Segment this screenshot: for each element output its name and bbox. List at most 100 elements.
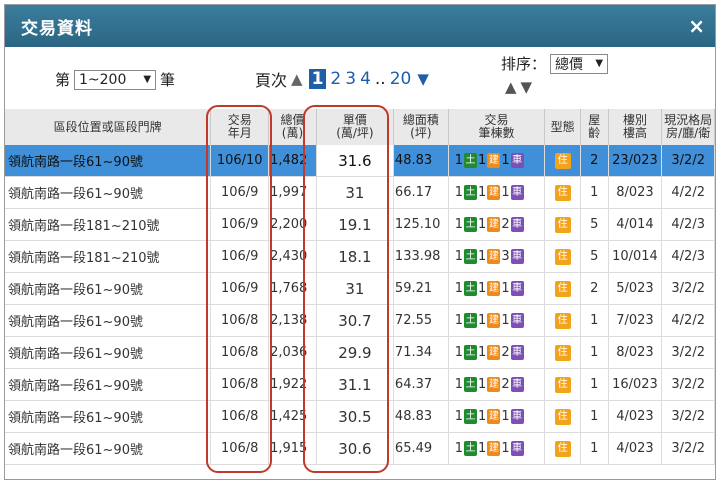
floor-cell: 10/014 (608, 240, 663, 273)
column-header[interactable]: 區段位置或區段門牌 (5, 109, 212, 145)
column-header[interactable]: 交易 筆棟數 (448, 109, 546, 145)
total-price-cell: 2,430 (268, 240, 317, 273)
table-row[interactable]: 領航南路一段61~90號 106/9 1,997 31 66.17 1 土 1 建 1 車住 1 8/0… (5, 176, 715, 209)
table-row[interactable]: 領航南路一段61~90號 106/9 1,768 31 59.21 1 土 1 建 1 車住 2 5/0… (5, 272, 715, 305)
count-value: 1 (454, 441, 464, 456)
count-value: 1 (454, 377, 464, 392)
total-price-cell: 1,425 (268, 400, 317, 433)
layout-cell: 4/2/3 (661, 208, 715, 241)
floor-cell: 16/023 (608, 368, 663, 401)
type-cell: 住 (544, 336, 581, 369)
column-header[interactable]: 總面積 (坪) (393, 109, 449, 145)
table-row[interactable]: 領航南路一段61~90號 106/8 2,036 29.9 71.34 1 土 1 建 2 車住 1 8… (5, 336, 715, 369)
range-prefix: 第 (55, 71, 71, 89)
total-price-cell: 1,922 (268, 368, 317, 401)
table-row[interactable]: 領航南路一段181~210號 106/9 2,200 19.1 125.10 1 土 1 建 2 車… (5, 208, 715, 241)
column-header[interactable]: 屋齡 (580, 109, 609, 145)
date-cell: 106/9 (210, 208, 270, 241)
parking-badge-icon: 車 (510, 345, 524, 360)
type-cell: 住 (544, 176, 581, 209)
address-cell: 領航南路一段61~90號 (5, 432, 212, 465)
total-price-cell: 2,138 (268, 304, 317, 337)
unit-price-cell: 30.7 (316, 304, 394, 337)
address-cell: 領航南路一段61~90號 (5, 400, 212, 433)
table-row[interactable]: 領航南路一段61~90號 106/8 1,922 31.1 64.37 1 土 1 建 2 車住 1 1… (5, 368, 715, 401)
date-cell: 106/8 (210, 400, 270, 433)
building-badge-icon: 建 (487, 185, 501, 200)
count-value: 2 (501, 345, 510, 360)
floor-cell: 4/023 (608, 400, 663, 433)
range-value: 1~200 (79, 71, 127, 88)
floor-cell: 7/023 (608, 304, 663, 337)
table-row[interactable]: 領航南路一段61~90號 106/8 1,425 30.5 48.83 1 土 1 建 1 車住 1 4… (5, 400, 715, 433)
column-header-line1: 型態 (550, 119, 575, 134)
count-value: 1 (454, 281, 464, 296)
close-icon[interactable]: × (688, 14, 705, 38)
transactions-table: 區段位置或區段門牌 交易 年月 總價 (萬) 單價 (萬/坪) 總面積 (坪) 交易 筆棟數 型態屋齡… (5, 109, 715, 465)
type-cell: 住 (544, 208, 581, 241)
sort-desc-icon[interactable]: ▼ (521, 78, 537, 96)
residential-type-icon: 住 (554, 281, 571, 297)
age-cell: 1 (580, 432, 609, 465)
range-dropdown[interactable]: 1~200 ▼ (74, 69, 157, 90)
parcel-count-cell: 1土1建1車 (448, 400, 546, 433)
column-header[interactable]: 總價 (萬) (268, 109, 317, 145)
count-value: 1 (501, 185, 510, 200)
address-cell: 領航南路一段61~90號 (5, 336, 212, 369)
type-cell: 住 (544, 304, 581, 337)
page-link-4[interactable]: 4 (360, 69, 371, 89)
parking-badge-icon: 車 (510, 441, 524, 456)
prev-page-icon[interactable]: ▲ (291, 70, 303, 88)
area-cell: 125.10 (393, 208, 449, 241)
type-cell: 住 (544, 432, 581, 465)
area-cell: 59.21 (393, 272, 449, 305)
column-header-line2: 筆棟數 (478, 126, 515, 140)
page-link-1[interactable]: 1 (308, 69, 327, 89)
total-price-cell: 1,915 (268, 432, 317, 465)
count-value: 1 (478, 313, 487, 328)
area-cell: 133.98 (393, 240, 449, 273)
area-cell: 71.34 (393, 336, 449, 369)
sort-label: 排序： (501, 55, 547, 73)
page-link-2[interactable]: 2 (330, 69, 341, 89)
date-cell: 106/8 (210, 336, 270, 369)
page-link-last[interactable]: 20 (390, 69, 412, 89)
unit-price-cell: 31 (316, 176, 394, 209)
floor-cell: 23/023 (608, 145, 663, 177)
address-cell: 領航南路一段181~210號 (5, 208, 212, 241)
table-row[interactable]: 領航南路一段61~90號 106/8 2,138 30.7 72.55 1 土 1 建 1 車住 1 7… (5, 304, 715, 337)
parcel-count-cell: 1土1建2車 (448, 368, 546, 401)
building-badge-icon: 建 (487, 313, 501, 328)
sort-asc-icon[interactable]: ▲ (505, 78, 521, 96)
unit-price-cell: 31 (316, 272, 394, 305)
column-header[interactable]: 樓別 樓高 (608, 109, 663, 145)
table-row[interactable]: 領航南路一段181~210號 106/9 2,430 18.1 133.98 1 土 1 建 3 車… (5, 240, 715, 273)
total-price-cell: 1,768 (268, 272, 317, 305)
column-header[interactable]: 單價 (萬/坪) (316, 109, 394, 145)
layout-cell: 3/2/2 (661, 145, 715, 177)
column-header[interactable]: 現況格局 房/廳/衛 (661, 109, 715, 145)
land-badge-icon: 土 (464, 185, 478, 200)
count-value: 1 (454, 313, 464, 328)
table-row[interactable]: 領航南路一段61~90號 106/10 1,482 31.6 48.83 1 土 1 建 1 車住 2… (5, 145, 715, 177)
count-value: 1 (454, 345, 464, 360)
parking-badge-icon: 車 (510, 217, 524, 232)
page-link-3[interactable]: 3 (345, 69, 356, 89)
area-cell: 48.83 (393, 400, 449, 433)
land-badge-icon: 土 (464, 441, 478, 456)
dialog-titlebar: 交易資料 × (5, 5, 715, 47)
land-badge-icon: 土 (464, 281, 478, 296)
table-row[interactable]: 領航南路一段61~90號 106/8 1,915 30.6 65.49 1 土 1 建 1 車住 1 4… (5, 432, 715, 465)
column-header[interactable]: 型態 (544, 109, 581, 145)
sort-dropdown[interactable]: 總價 ▼ (550, 53, 609, 74)
column-header-line2: (萬) (281, 126, 304, 140)
parking-badge-icon: 車 (510, 409, 524, 424)
column-header-line1: 區段位置或區段門牌 (53, 119, 162, 134)
next-page-icon[interactable]: ▼ (417, 70, 429, 88)
parcel-count-cell: 1土1建2車 (448, 336, 546, 369)
chevron-down-icon: ▼ (143, 74, 152, 85)
unit-price-cell: 31.1 (316, 368, 394, 401)
floor-cell: 8/023 (608, 176, 663, 209)
column-header[interactable]: 交易 年月 (210, 109, 270, 145)
count-value: 1 (478, 281, 487, 296)
